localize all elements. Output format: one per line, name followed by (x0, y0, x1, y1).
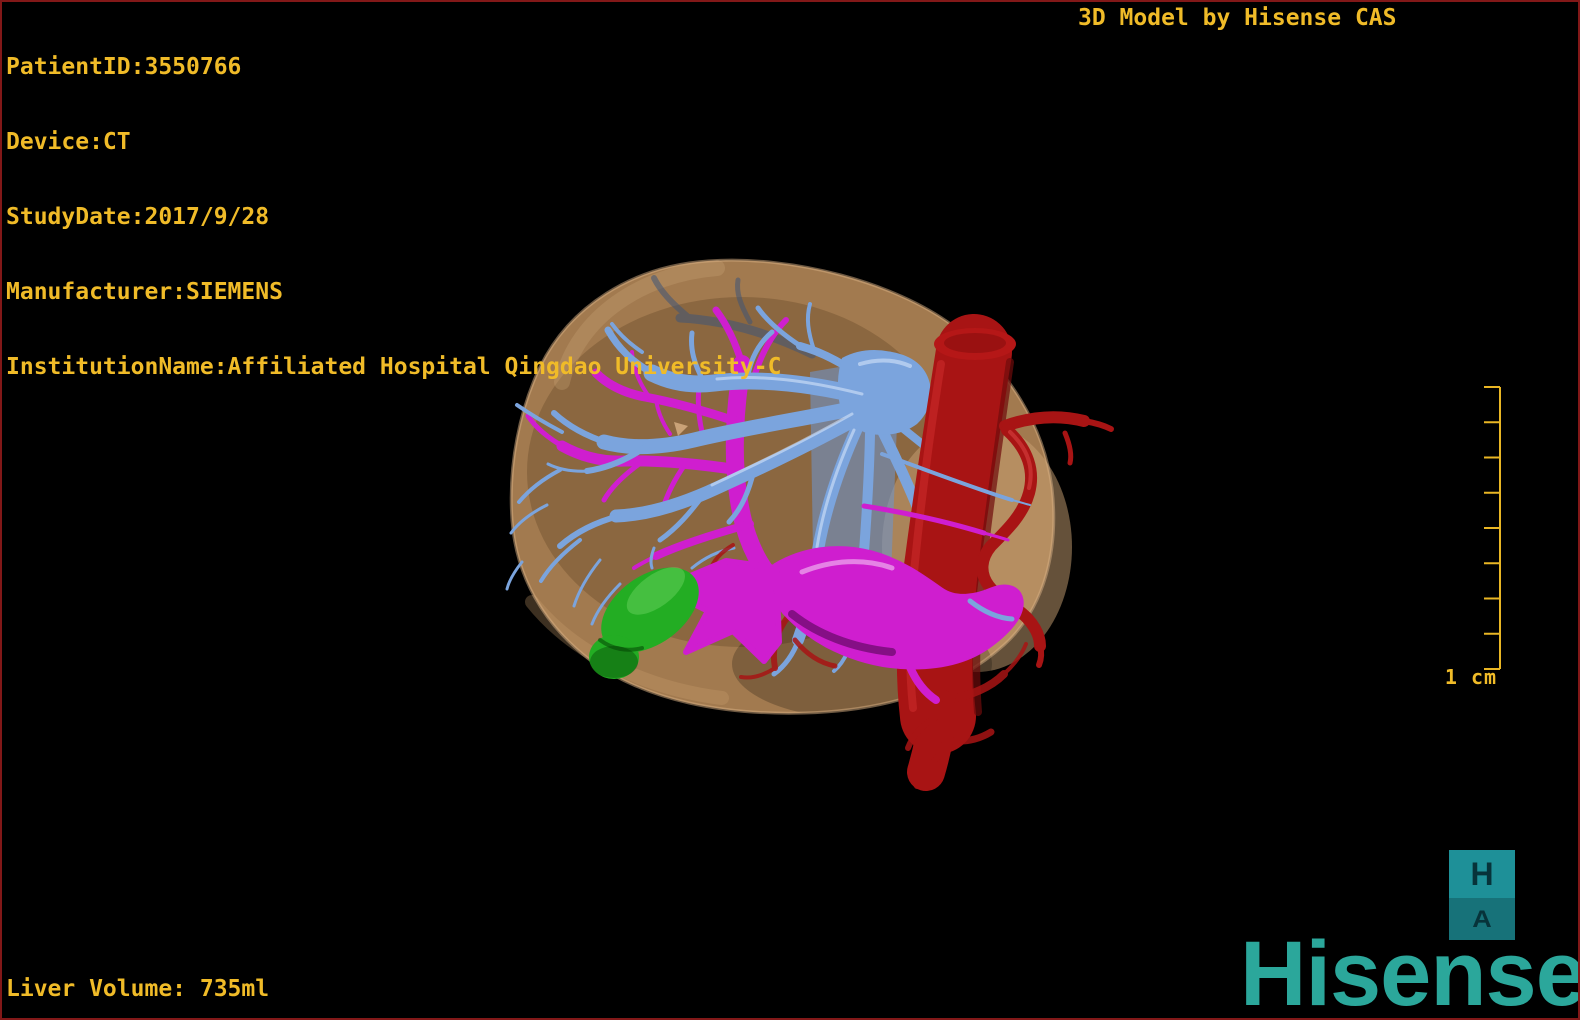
patient-info-block: PatientID:3550766 Device:CT StudyDate:20… (6, 5, 781, 430)
viewer-frame: PatientID:3550766 Device:CT StudyDate:20… (0, 0, 1580, 1020)
liver-volume-text: Liver Volume: 735ml (6, 976, 270, 1002)
manufacturer-text: Manufacturer:SIEMENS (6, 279, 283, 305)
institution-text: InstitutionName:Affiliated Hospital Qing… (6, 354, 782, 380)
orientation-letter-h: H (1470, 855, 1494, 892)
study-date-text: StudyDate:2017/9/28 (6, 204, 270, 230)
scale-ruler-label: 1 cm (1444, 665, 1498, 689)
device-text: Device:CT (6, 129, 131, 155)
watermark-text: 3D Model by Hisense CAS (1078, 5, 1397, 31)
scale-ruler (1484, 386, 1501, 670)
hisense-logo: Hisense (1240, 923, 1580, 1020)
patient-id-text: PatientID:3550766 (6, 54, 242, 80)
scale-ruler-ticks (1484, 386, 1501, 670)
orientation-face-head: H (1449, 850, 1515, 898)
